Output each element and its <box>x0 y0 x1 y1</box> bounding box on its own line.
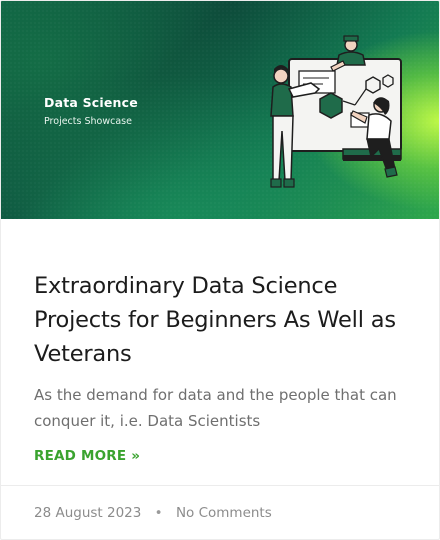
post-card: Data Science Projects Showcase Extraordi… <box>0 0 440 540</box>
read-more-link[interactable]: READ MORE » <box>34 448 140 464</box>
meta-separator: • <box>154 505 163 521</box>
team-whiteboard-illustration <box>270 35 402 188</box>
banner-title: Data Science <box>44 95 138 110</box>
comments-link[interactable]: No Comments <box>176 505 272 521</box>
card-divider <box>1 485 439 486</box>
post-content: Extraordinary Data Science Projects for … <box>34 269 414 465</box>
post-meta: 28 August 2023 • No Comments <box>34 505 272 521</box>
banner-subtitle: Projects Showcase <box>44 116 132 127</box>
post-excerpt: As the demand for data and the people th… <box>34 386 397 430</box>
post-date: 28 August 2023 <box>34 505 142 521</box>
post-title[interactable]: Extraordinary Data Science Projects for … <box>34 269 414 371</box>
featured-image[interactable]: Data Science Projects Showcase <box>1 1 439 219</box>
